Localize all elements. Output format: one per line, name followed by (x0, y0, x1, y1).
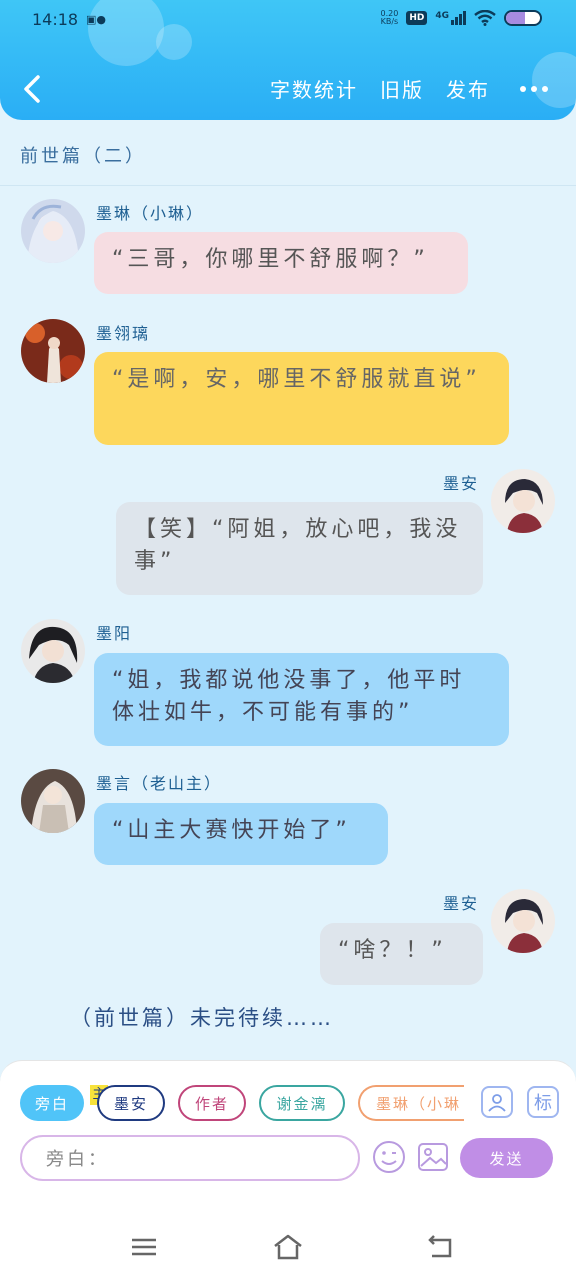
menu-icon[interactable] (128, 1232, 160, 1262)
back-nav-icon[interactable] (424, 1232, 456, 1262)
chapter-title[interactable]: 前世篇（二） (20, 142, 146, 168)
message-bubble[interactable]: “是啊，安，哪里不舒服就直说” (94, 352, 509, 445)
speaker-name: 墨安 (443, 474, 480, 493)
top-header: 14:18 ▣● 0.20 KB/s HD 4G 字数统计 旧版 发布 (0, 0, 576, 120)
composer-panel: 旁白 主 墨安 作者 谢金漓 墨琳（小琳 标 旁白： 发送 (0, 1060, 576, 1214)
back-icon[interactable] (20, 74, 44, 104)
more-dots-icon[interactable] (520, 85, 548, 92)
avatar-molingli[interactable] (21, 319, 85, 383)
send-button[interactable]: 发送 (460, 1138, 553, 1178)
avatar-moan[interactable] (491, 889, 555, 953)
role-chip-molin[interactable]: 墨琳（小琳 (358, 1085, 464, 1121)
emoji-icon[interactable] (372, 1140, 406, 1174)
message-bubble[interactable]: “啥？！” (320, 923, 483, 985)
header-actions: 字数统计 旧版 发布 (270, 74, 548, 103)
home-icon[interactable] (272, 1232, 304, 1262)
system-nav-bar (0, 1214, 576, 1280)
status-indicators: 0.20 KB/s HD 4G (381, 10, 542, 26)
character-list-icon[interactable] (481, 1086, 513, 1118)
avatar-moyan[interactable] (21, 769, 85, 833)
message-bubble[interactable]: “三哥，你哪里不舒服啊？” (94, 232, 468, 294)
role-chip-xiejinli[interactable]: 谢金漓 (259, 1085, 345, 1121)
role-chip-moan[interactable]: 墨安 (97, 1085, 165, 1121)
speaker-name: 墨安 (443, 894, 480, 913)
tag-button[interactable]: 标 (527, 1086, 559, 1118)
message-bubble[interactable]: “山主大赛快开始了” (94, 803, 388, 865)
speaker-name: 墨阳 (96, 624, 133, 643)
to-be-continued-text: （前世篇）未完待续…… (70, 1006, 334, 1030)
role-chip-author[interactable]: 作者 (178, 1085, 246, 1121)
net-speed: 0.20 KB/s (380, 9, 399, 26)
decor-bubble (88, 0, 164, 66)
avatar-moyang[interactable] (21, 619, 85, 683)
word-count-button[interactable]: 字数统计 (270, 74, 358, 103)
status-time: 14:18 (32, 10, 79, 29)
role-chip-narration[interactable]: 旁白 (20, 1085, 84, 1121)
hd-icon: HD (406, 11, 428, 25)
speaker-name: 墨翎璃 (96, 324, 151, 343)
signal-icon: 4G (435, 11, 466, 25)
avatar-molin[interactable] (21, 199, 85, 263)
image-icon[interactable] (416, 1140, 450, 1174)
battery-fill (506, 12, 525, 24)
chapter-title-bar: 前世篇（二） (0, 128, 576, 186)
publish-button[interactable]: 发布 (446, 74, 490, 103)
avatar-moan[interactable] (491, 469, 555, 533)
old-version-button[interactable]: 旧版 (380, 74, 424, 103)
notification-icons: ▣● (86, 13, 106, 26)
message-bubble[interactable]: “姐，我都说他没事了，他平时体壮如牛，不可能有事的” (94, 653, 509, 746)
wifi-icon (474, 10, 496, 26)
decor-bubble (156, 24, 192, 60)
speaker-name: 墨琳（小琳） (96, 204, 205, 223)
speaker-name: 墨言（老山主） (96, 774, 223, 793)
battery-icon (504, 10, 542, 26)
message-input[interactable]: 旁白： (20, 1135, 360, 1181)
message-bubble[interactable]: 【笑】“阿姐，放心吧，我没事” (116, 502, 483, 595)
